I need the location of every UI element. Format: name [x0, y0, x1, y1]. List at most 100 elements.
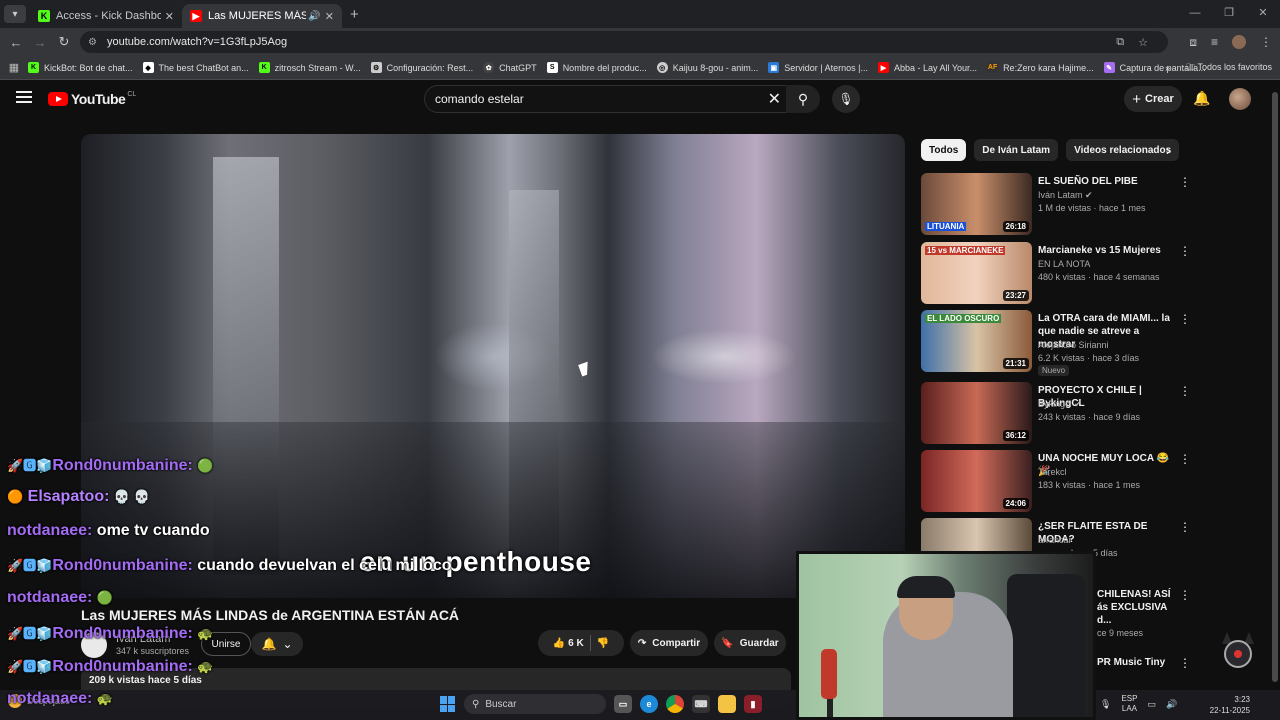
bookmark-star-icon[interactable]: ☆ [1138, 36, 1148, 49]
more-options-icon[interactable]: ⋮ [1179, 175, 1191, 189]
window-controls: — ❐ ✕ [1178, 0, 1280, 28]
reload-icon[interactable]: ↻ [52, 34, 76, 50]
volume-icon[interactable]: 🔊 [1166, 699, 1177, 710]
bookmark-label: Abba - Lay All Your... [894, 62, 978, 73]
close-tab-icon[interactable]: ✕ [325, 10, 334, 23]
back-icon[interactable]: ← [4, 35, 28, 50]
address-bar[interactable]: ⚙ youtube.com/watch?v=1G3fLpJ5Aog ⧉ ☆ [80, 31, 1168, 53]
video-thumbnail[interactable]: 36:12 [921, 382, 1032, 444]
more-options-icon[interactable]: ⋮ [1179, 312, 1191, 326]
more-options-icon[interactable]: ⋮ [1179, 452, 1191, 466]
video-thumbnail[interactable]: 15 vs MARCIANEKE 23:27 [921, 242, 1032, 304]
more-options-icon[interactable]: ⋮ [1179, 384, 1191, 398]
video-thumbnail[interactable]: 24:06 [921, 450, 1032, 512]
new-tab-icon[interactable]: + [350, 6, 359, 23]
more-options-icon[interactable]: ⋮ [1179, 244, 1191, 258]
taskbar-clock[interactable]: 3:23 22-11-2025 [1210, 694, 1250, 716]
profile-icon[interactable] [1232, 35, 1246, 49]
close-tab-icon[interactable]: ✕ [165, 10, 174, 23]
recommended-video[interactable]: 15 vs MARCIANEKE 23:27 Marcianeke vs 15 … [921, 242, 1191, 304]
dislike-button[interactable]: 👎 [597, 638, 609, 649]
recommendation-title: EL SUEÑO DEL PIBE [1038, 176, 1138, 187]
bookmark-item[interactable]: ▶ Abba - Lay All Your... [878, 62, 977, 73]
apps-grid-icon[interactable]: ▦ [0, 61, 28, 74]
more-options-icon[interactable]: ⋮ [1179, 520, 1191, 534]
taskbar-search[interactable]: ⚲ Buscar [464, 694, 606, 714]
video-views-date: 209 k vistas hace 5 días [89, 675, 202, 686]
youtube-logo[interactable]: YouTube CL [48, 91, 136, 107]
bookmark-item[interactable]: AF Re:Zero kara Hajime... [987, 62, 1094, 73]
more-options-icon[interactable]: ⋮ [1179, 656, 1191, 670]
language-indicator[interactable]: ESP LAA [1121, 694, 1137, 714]
maximize-icon[interactable]: ❐ [1212, 0, 1246, 28]
video-thumbnail[interactable]: LITUANIA 26:18 [921, 173, 1032, 235]
search-input[interactable]: comando estelar [435, 92, 768, 106]
app-icon[interactable]: ⌨ [692, 695, 710, 713]
speaker-icon[interactable]: 🔊 [308, 11, 320, 22]
chip-from-channel[interactable]: De Iván Latam [974, 139, 1059, 161]
search-box[interactable]: comando estelar ✕ [424, 85, 790, 113]
chevron-right-icon[interactable]: › [1166, 142, 1171, 158]
chat-message: 🟠 Elsapatoo: 💀 💀 [7, 488, 150, 506]
create-button[interactable]: + Crear [1124, 86, 1182, 112]
chip-related[interactable]: Videos relacionados [1066, 139, 1180, 161]
chrome-menu-icon[interactable]: ⋮ [1260, 35, 1272, 49]
more-options-icon[interactable]: ⋮ [1179, 588, 1191, 602]
menu-icon[interactable] [16, 91, 32, 103]
tab-search-button[interactable]: ▾ [4, 5, 26, 23]
edge-icon[interactable]: e [640, 695, 658, 713]
channel-text: Bykingcl [1038, 399, 1072, 409]
bookmark-item[interactable]: ✿ ChatGPT [483, 62, 537, 73]
forward-icon[interactable]: → [28, 35, 52, 50]
recommended-video[interactable]: 36:12 PROYECTO X CHILE | BykingCL Byking… [921, 382, 1191, 444]
all-favorites-folder[interactable]: 🗀 Todos los favoritos [1186, 60, 1272, 76]
close-window-icon[interactable]: ✕ [1246, 0, 1280, 28]
task-view-icon[interactable]: ▭ [614, 695, 632, 713]
extensions-icon[interactable]: ⧈ [1189, 35, 1197, 50]
subscribed-button[interactable]: 🔔 ⌄ [251, 632, 303, 656]
plus-icon: + [1132, 90, 1141, 108]
bookmark-item[interactable]: ◆ The best ChatBot an... [142, 62, 249, 73]
af-icon: AF [987, 62, 999, 73]
share-button[interactable]: ↷ Compartir [630, 630, 708, 656]
streamer-cap [897, 576, 955, 598]
install-app-icon[interactable]: ⧉ [1116, 36, 1124, 49]
chrome-icon[interactable] [666, 695, 684, 713]
site-info-icon[interactable]: ⚙ [88, 37, 97, 48]
network-icon[interactable]: ▭ [1147, 699, 1156, 710]
file-explorer-icon[interactable] [718, 695, 736, 713]
media-control-icon[interactable]: ≡ [1211, 35, 1218, 49]
obs-icon[interactable]: ▮ [744, 695, 762, 713]
bookmark-item[interactable]: ⚙ Configuración: Rest... [370, 62, 473, 73]
bookmark-icon: 🔖 [721, 637, 734, 649]
windows-start-icon[interactable] [440, 696, 456, 712]
minimize-icon[interactable]: — [1178, 0, 1212, 28]
bookmark-item[interactable]: Kzitrosch Stream - W... [258, 62, 361, 73]
recommended-video[interactable]: LITUANIA 26:18 EL SUEÑO DEL PIBE Iván La… [921, 173, 1191, 235]
search-button[interactable]: ⚲ [786, 85, 820, 113]
account-avatar[interactable] [1229, 88, 1251, 110]
microphone-tray-icon[interactable]: 🎙 [1100, 699, 1111, 710]
gear-icon: ⚙ [370, 62, 382, 73]
bookmark-item[interactable]: ▣ Servidor | Aternos |... [768, 62, 868, 73]
clear-search-icon[interactable]: ✕ [768, 89, 781, 109]
save-button[interactable]: 🔖 Guardar [714, 630, 786, 656]
like-button[interactable]: 👍 6 K [553, 638, 584, 649]
bookmark-item[interactable]: S Nombre del produc... [546, 62, 647, 73]
like-count: 6 K [568, 637, 584, 649]
recommendation-meta: 1 M de vistas · hace 1 mes [1038, 203, 1146, 213]
recommended-video[interactable]: 24:06 UNA NOCHE MUY LOCA 😂🎉 Tarekcl 183 … [921, 450, 1191, 512]
bookmark-item[interactable]: ◎ Kaijuu 8-gou - anim... [656, 62, 758, 73]
more-bookmarks-icon[interactable]: » [1165, 63, 1170, 73]
chip-all[interactable]: Todos [921, 139, 967, 161]
tab-kick-dashboard[interactable]: K Access - Kick Dashboard ✕ [30, 4, 182, 28]
recommended-video[interactable]: EL LADO OSCURO 21:31 La OTRA cara de MIA… [921, 310, 1191, 376]
notifications-bell-icon[interactable]: 🔔 [1193, 90, 1210, 107]
create-label: Crear [1145, 93, 1174, 105]
scrollbar-thumb[interactable] [1272, 92, 1278, 682]
chat-text: cuando devuelvan el celu mi loco [197, 557, 452, 574]
bookmark-item[interactable]: K KickBot: Bot de chat... [28, 62, 133, 73]
tab-youtube-video[interactable]: ▶ Las MUJERES MÁS LINDAS 🔊 ✕ [182, 4, 342, 28]
voice-search-button[interactable]: 🎙 [832, 85, 860, 113]
video-thumbnail[interactable]: EL LADO OSCURO 21:31 [921, 310, 1032, 372]
